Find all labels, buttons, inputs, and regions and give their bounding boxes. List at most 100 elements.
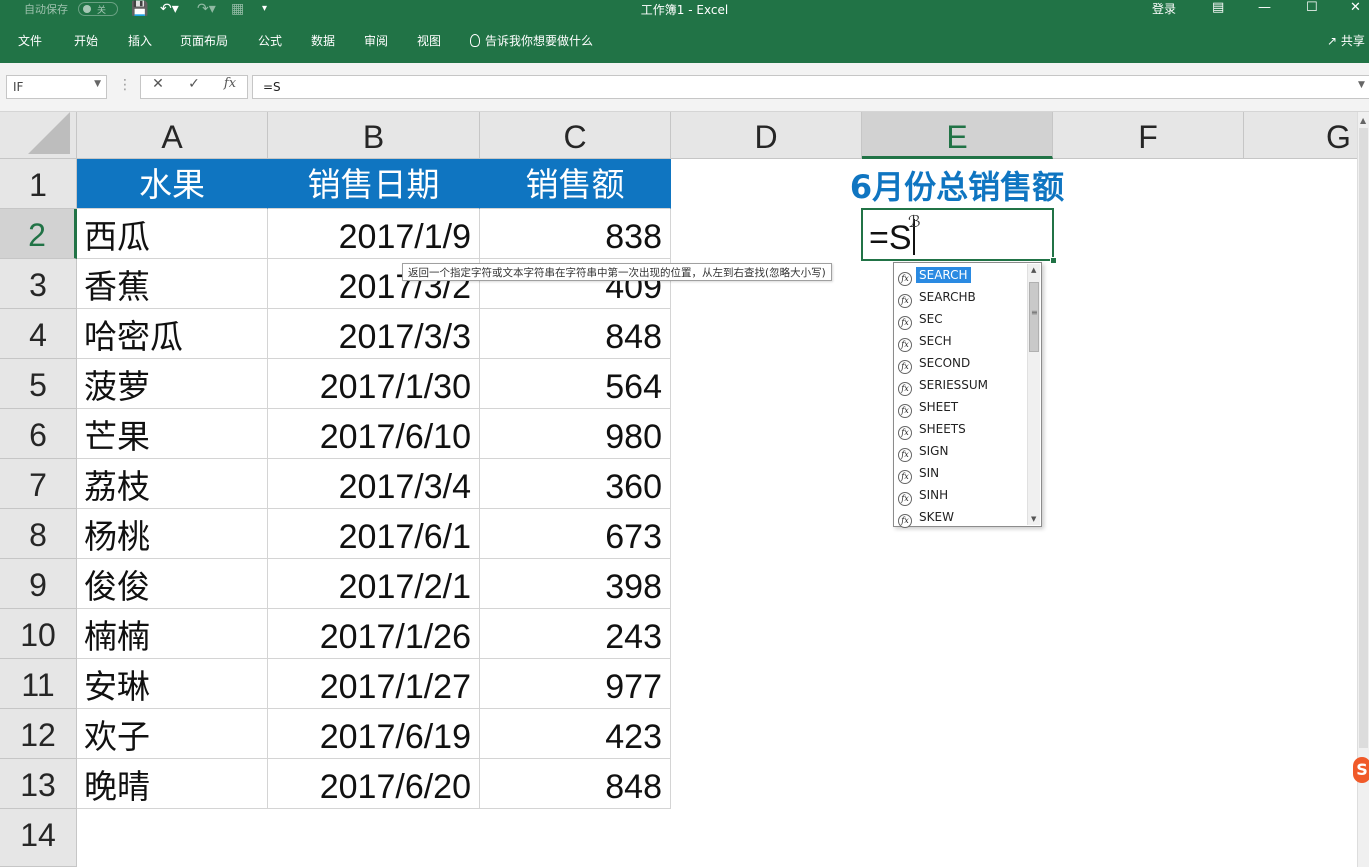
- cancel-icon[interactable]: ✕: [140, 76, 176, 98]
- cell-amount[interactable]: 423: [480, 709, 671, 759]
- cell-fruit[interactable]: 菠萝: [77, 359, 268, 409]
- column-header-c[interactable]: C: [480, 112, 671, 159]
- cell-a1[interactable]: 水果: [77, 159, 268, 209]
- tab-data[interactable]: 数据: [311, 32, 335, 49]
- cell-fruit[interactable]: 俊俊: [77, 559, 268, 609]
- column-header-e[interactable]: E: [862, 112, 1053, 159]
- cell-amount[interactable]: 848: [480, 759, 671, 809]
- active-cell-e2[interactable]: =S: [861, 208, 1057, 264]
- tell-me-box[interactable]: 告诉我你想要做什么: [470, 32, 593, 49]
- column-header-f[interactable]: F: [1053, 112, 1244, 159]
- column-header-a[interactable]: A: [77, 112, 268, 159]
- scroll-up-icon[interactable]: ▲: [1360, 116, 1366, 125]
- login-link[interactable]: 登录: [1152, 0, 1176, 17]
- row-header-6[interactable]: 6: [0, 409, 77, 459]
- cell-fruit[interactable]: 杨桃: [77, 509, 268, 559]
- cell-amount[interactable]: 977: [480, 659, 671, 709]
- scrollbar-thumb[interactable]: [1029, 282, 1039, 352]
- row-header-4[interactable]: 4: [0, 309, 77, 359]
- cell-date[interactable]: 2017/6/19: [268, 709, 480, 759]
- cell-date[interactable]: 2017/2/1: [268, 559, 480, 609]
- cell-fruit[interactable]: 芒果: [77, 409, 268, 459]
- cell-date[interactable]: 2017/3/4: [268, 459, 480, 509]
- select-all-corner[interactable]: [0, 112, 77, 159]
- cell-amount[interactable]: 673: [480, 509, 671, 559]
- autocomplete-item[interactable]: fx SECH: [898, 331, 1025, 352]
- share-button[interactable]: ↗ 共享: [1327, 32, 1365, 49]
- autocomplete-item[interactable]: fx SKEW: [898, 507, 1025, 528]
- cell-amount[interactable]: 564: [480, 359, 671, 409]
- autocomplete-item[interactable]: fx SINH: [898, 485, 1025, 506]
- row-header-8[interactable]: 8: [0, 509, 77, 559]
- cell-amount[interactable]: 243: [480, 609, 671, 659]
- cell-fruit[interactable]: 晚晴: [77, 759, 268, 809]
- insert-function-icon[interactable]: fx: [212, 76, 248, 98]
- cell-date[interactable]: 2017/1/9: [268, 209, 480, 259]
- row-header-3[interactable]: 3: [0, 259, 77, 309]
- scroll-up-icon[interactable]: ▲: [1031, 266, 1036, 274]
- fill-handle[interactable]: [1050, 257, 1057, 264]
- scroll-down-icon[interactable]: ▼: [1031, 515, 1036, 523]
- splitter-handle[interactable]: ⋮: [118, 77, 132, 93]
- cell-fruit[interactable]: 香蕉: [77, 259, 268, 309]
- name-box[interactable]: IF ▼: [6, 75, 107, 99]
- cell-fruit[interactable]: 安琳: [77, 659, 268, 709]
- tab-formulas[interactable]: 公式: [258, 32, 282, 49]
- autocomplete-item[interactable]: fx SHEET: [898, 397, 1025, 418]
- cell-amount[interactable]: 980: [480, 409, 671, 459]
- cell-fruit[interactable]: 西瓜: [77, 209, 268, 259]
- cell-date[interactable]: 2017/1/26: [268, 609, 480, 659]
- cell-amount[interactable]: 838: [480, 209, 671, 259]
- cell-fruit[interactable]: 荔枝: [77, 459, 268, 509]
- function-autocomplete-list[interactable]: fx SEARCH fx SEARCHB fx SEC fx SECH fx SECOND…: [893, 262, 1042, 528]
- tab-review[interactable]: 审阅: [364, 32, 388, 49]
- autocomplete-item[interactable]: fx SIN: [898, 463, 1025, 484]
- autocomplete-item[interactable]: fx SEC: [898, 309, 1025, 330]
- autocomplete-scrollbar[interactable]: ▲ ≡ ▼: [1027, 264, 1040, 525]
- cell-fruit[interactable]: 欢子: [77, 709, 268, 759]
- chevron-down-icon[interactable]: ▼: [94, 79, 101, 89]
- row-header-9[interactable]: 9: [0, 559, 77, 609]
- cell-fruit[interactable]: 楠楠: [77, 609, 268, 659]
- maximize-icon[interactable]: ☐: [1306, 0, 1318, 16]
- ime-floating-icon[interactable]: S: [1353, 757, 1369, 783]
- autocomplete-item[interactable]: fx SEARCH: [898, 265, 1025, 286]
- summary-title[interactable]: 6月份总销售额: [671, 159, 1243, 209]
- scrollbar-thumb[interactable]: [1359, 128, 1368, 748]
- row-header-5[interactable]: 5: [0, 359, 77, 409]
- row-header-2[interactable]: 2: [0, 209, 77, 259]
- autocomplete-item[interactable]: fx SIGN: [898, 441, 1025, 462]
- column-header-d[interactable]: D: [671, 112, 862, 159]
- autocomplete-item[interactable]: fx SECOND: [898, 353, 1025, 374]
- ribbon-display-icon[interactable]: ▤: [1212, 0, 1224, 16]
- row-header-1[interactable]: 1: [0, 159, 77, 209]
- cell-date[interactable]: 2017/6/10: [268, 409, 480, 459]
- autocomplete-item[interactable]: fx SHEETS: [898, 419, 1025, 440]
- tab-file[interactable]: 文件: [18, 32, 42, 49]
- row-header-11[interactable]: 11: [0, 659, 77, 709]
- row-header-12[interactable]: 12: [0, 709, 77, 759]
- column-header-b[interactable]: B: [268, 112, 480, 159]
- autocomplete-item[interactable]: fx SEARCHB: [898, 287, 1025, 308]
- cell-date[interactable]: 2017/6/1: [268, 509, 480, 559]
- autocomplete-item[interactable]: fx SERIESSUM: [898, 375, 1025, 396]
- tab-insert[interactable]: 插入: [128, 32, 152, 49]
- row-header-14[interactable]: 14: [0, 809, 77, 867]
- expand-formula-bar-icon[interactable]: ▼: [1358, 80, 1365, 90]
- close-icon[interactable]: ✕: [1350, 0, 1361, 16]
- row-header-13[interactable]: 13: [0, 759, 77, 809]
- cell-c1[interactable]: 销售额: [480, 159, 671, 209]
- column-header-g[interactable]: G: [1244, 112, 1369, 159]
- enter-check-icon[interactable]: ✓: [176, 76, 212, 98]
- cell-amount[interactable]: 398: [480, 559, 671, 609]
- cell-amount[interactable]: 360: [480, 459, 671, 509]
- tab-page-layout[interactable]: 页面布局: [180, 32, 228, 49]
- formula-input[interactable]: =S: [252, 75, 1369, 99]
- sheet-vertical-scrollbar[interactable]: ▲: [1357, 112, 1369, 867]
- row-header-7[interactable]: 7: [0, 459, 77, 509]
- cell-amount[interactable]: 848: [480, 309, 671, 359]
- cell-date[interactable]: 2017/1/30: [268, 359, 480, 409]
- cell-fruit[interactable]: 哈密瓜: [77, 309, 268, 359]
- cell-date[interactable]: 2017/1/27: [268, 659, 480, 709]
- cell-b1[interactable]: 销售日期: [268, 159, 480, 209]
